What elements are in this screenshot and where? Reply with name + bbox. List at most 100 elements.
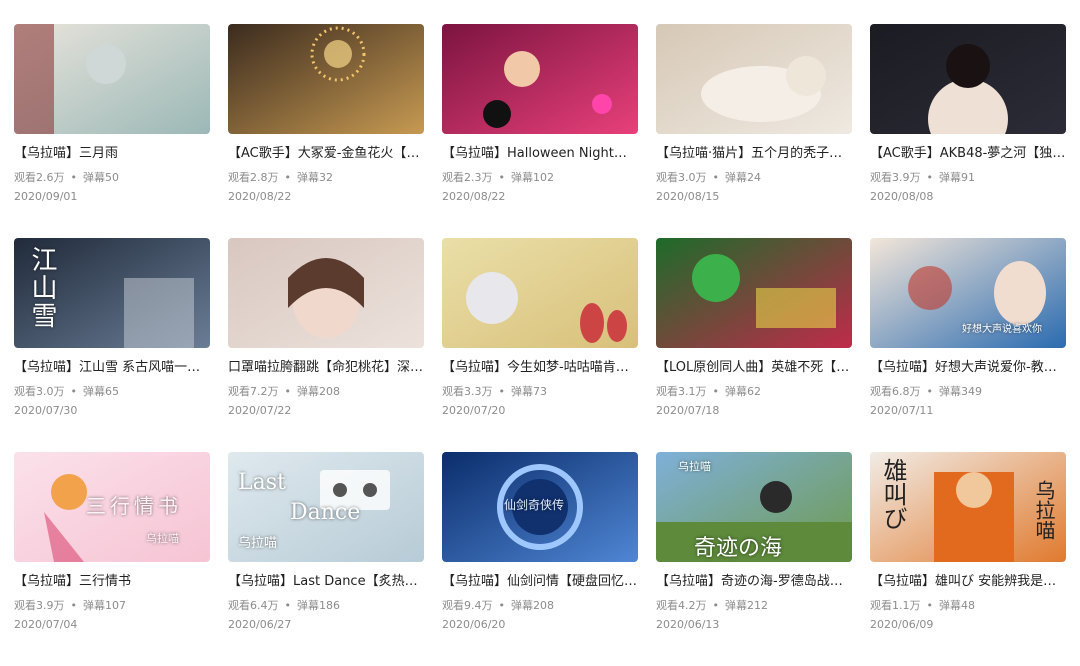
thumbnail-overlay-text: 乌拉喵 [1032,480,1056,540]
video-title[interactable]: 【乌拉喵】仙剑问情【硬盘回忆杀】 [442,573,638,591]
video-stats: 观看9.4万 • 弹幕208 [442,599,638,613]
video-title[interactable]: 【乌拉喵】Last Dance【炙热的我们】 [228,573,424,591]
video-title[interactable]: 【乌拉喵】今生如梦-咕咕喵肯定会鸽 [442,359,638,377]
view-count: 观看2.6万 [14,171,65,184]
upload-date: 2020/06/13 [656,618,720,631]
view-count: 观看4.2万 [656,599,707,612]
video-card[interactable]: LastDance 乌拉喵【乌拉喵】Last Dance【炙热的我们】观看6.4万… [228,452,424,666]
video-card[interactable]: 【乌拉喵】Halloween Night－拉拉喵观看2.3万 • 弹幕102 2020… [442,24,638,238]
view-count: 观看6.4万 [228,599,279,612]
video-stats: 观看3.3万 • 弹幕73 [442,385,638,399]
separator-dot-icon: • [70,385,78,398]
video-title[interactable]: 【乌拉喵】奇迹の海-罗德岛战纪OP [656,573,852,591]
thumbnail-overlay-text: Dance [290,500,361,525]
danmaku-count: 弹幕349 [939,385,982,398]
video-title[interactable]: 【乌拉喵】雄叫び 安能辨我是雄雌 [870,573,1066,591]
doll-icon [442,238,638,348]
video-card[interactable]: 【LOL原创同人曲】英雄不死【乌拉喵】观看3.1万 • 弹幕62 2020/07/18 [656,238,852,452]
view-count: 观看2.8万 [228,171,279,184]
separator-dot-icon: • [70,171,78,184]
upload-date: 2020/06/20 [442,618,506,631]
upload-date: 2020/07/04 [14,618,78,631]
thumbnail-overlay-text: 乌拉喵 [238,536,278,551]
video-thumbnail[interactable] [870,24,1066,134]
separator-dot-icon: • [926,385,934,398]
upload-date: 2020/07/22 [228,404,292,417]
view-count: 观看3.0万 [14,385,65,398]
upload-date: 2020/08/15 [656,190,720,203]
upload-date: 2020/07/30 [14,404,78,417]
separator-dot-icon: • [498,599,506,612]
video-title[interactable]: 【AC歌手】大冢爱-金鱼花火【独家中字】 [228,145,424,163]
thumbnail-overlay-text: 三行情书 [86,494,182,518]
upload-date: 2020/08/08 [870,190,934,203]
video-thumbnail[interactable]: 好想大声说喜欢你 [870,238,1066,348]
video-card[interactable]: 【乌拉喵】三月雨观看2.6万 • 弹幕50 2020/09/01 [14,24,210,238]
video-card[interactable]: 【乌拉喵·猫片】五个月的秃子布偶猫 观看3.0万 • 弹幕24 2020/08/15 [656,24,852,238]
video-stats: 观看6.8万 • 弹幕349 [870,385,1066,399]
danmaku-count: 弹幕107 [83,599,126,612]
video-card[interactable]: 江山雪 【乌拉喵】江山雪 系古风喵一枚~ 观看3.0万 • 弹幕65 2020/07/30 [14,238,210,452]
singer-icon [870,24,1066,134]
view-count: 观看3.1万 [656,385,707,398]
video-title[interactable]: 【乌拉喵】Halloween Night－拉拉喵 [442,145,638,163]
view-count: 观看3.9万 [870,171,921,184]
danmaku-count: 弹幕73 [511,385,547,398]
thumbnail-overlay-text: Last [238,470,286,495]
video-thumbnail[interactable] [656,24,852,134]
video-thumbnail[interactable] [442,238,638,348]
video-thumbnail[interactable] [14,24,210,134]
video-stats: 观看7.2万 • 弹幕208 [228,385,424,399]
video-title[interactable]: 【乌拉喵·猫片】五个月的秃子布偶猫 [656,145,852,163]
danmaku-count: 弹幕32 [297,171,333,184]
video-card[interactable]: 奇迹の海 乌拉喵【乌拉喵】奇迹の海-罗德岛战纪OP 观看4.2万 • 弹幕212 2020… [656,452,852,666]
upload-date: 2020/06/09 [870,618,934,631]
portrait-icon [228,238,424,348]
video-card[interactable]: 口罩喵拉胯翻跳【命犯桃花】深夜更新观看7.2万 • 弹幕208 2020/07/22 [228,238,424,452]
danmaku-count: 弹幕62 [725,385,761,398]
video-title[interactable]: 【乌拉喵】三行情书 [14,573,210,591]
view-count: 观看3.3万 [442,385,493,398]
video-thumbnail[interactable]: Last Dance 乌拉喵 [228,452,424,562]
video-title[interactable]: 【乌拉喵】好想大声说爱你-教练我想打篮球 [870,359,1066,377]
video-thumbnail[interactable]: 仙剑奇侠传 [442,452,638,562]
video-title[interactable]: 【AC歌手】AKB48-夢之河【独家中字】 [870,145,1066,163]
video-thumbnail[interactable] [442,24,638,134]
separator-dot-icon: • [712,171,720,184]
danmaku-count: 弹幕208 [297,385,340,398]
video-title[interactable]: 【乌拉喵】三月雨 [14,145,210,163]
video-card[interactable]: 【乌拉喵】今生如梦-咕咕喵肯定会鸽 观看3.3万 • 弹幕73 2020/07/20 [442,238,638,452]
danmaku-count: 弹幕50 [83,171,119,184]
video-card[interactable]: 雄叫び 乌拉喵 【乌拉喵】雄叫び 安能辨我是雄雌 观看1.1万 • 弹幕48 2020/06… [870,452,1066,666]
video-card[interactable]: 三行情书 乌拉喵【乌拉喵】三行情书观看3.9万 • 弹幕107 2020/07/04 [14,452,210,666]
video-card[interactable]: 【AC歌手】AKB48-夢之河【独家中字】观看3.9万 • 弹幕91 2020/08/… [870,24,1066,238]
view-count: 观看6.8万 [870,385,921,398]
danmaku-count: 弹幕48 [939,599,975,612]
video-thumbnail[interactable]: 江山雪 [14,238,210,348]
video-title[interactable]: 【乌拉喵】江山雪 系古风喵一枚~ [14,359,210,377]
video-thumbnail[interactable]: 奇迹の海 乌拉喵 [656,452,852,562]
separator-dot-icon: • [712,599,720,612]
view-count: 观看7.2万 [228,385,279,398]
video-thumbnail[interactable]: 雄叫び 乌拉喵 [870,452,1066,562]
video-title[interactable]: 口罩喵拉胯翻跳【命犯桃花】深夜更新 [228,359,424,377]
video-stats: 观看2.8万 • 弹幕32 [228,171,424,185]
anime-girl-icon [14,24,210,134]
thumbnail-overlay-text: 奇迹の海 [694,536,783,561]
video-thumbnail[interactable] [228,24,424,134]
video-card[interactable]: 【AC歌手】大冢爱-金鱼花火【独家中字】观看2.8万 • 弹幕32 2020/08/2… [228,24,424,238]
video-thumbnail[interactable]: 三行情书 乌拉喵 [14,452,210,562]
upload-date: 2020/09/01 [14,190,78,203]
danmaku-count: 弹幕212 [725,599,768,612]
video-title[interactable]: 【LOL原创同人曲】英雄不死【乌拉喵】 [656,359,852,377]
video-stats: 观看3.9万 • 弹幕107 [14,599,210,613]
video-stats: 观看6.4万 • 弹幕186 [228,599,424,613]
video-card[interactable]: 仙剑奇侠传【乌拉喵】仙剑问情【硬盘回忆杀】观看9.4万 • 弹幕208 2020/06… [442,452,638,666]
video-card[interactable]: 好想大声说喜欢你【乌拉喵】好想大声说爱你-教练我想打篮球观看6.8万 • 弹幕349… [870,238,1066,452]
video-thumbnail[interactable] [656,238,852,348]
separator-dot-icon: • [926,599,934,612]
video-stats: 观看2.3万 • 弹幕102 [442,171,638,185]
view-count: 观看3.0万 [656,171,707,184]
video-thumbnail[interactable] [228,238,424,348]
thumbnail-overlay-text: 好想大声说喜欢你 [962,324,1042,335]
